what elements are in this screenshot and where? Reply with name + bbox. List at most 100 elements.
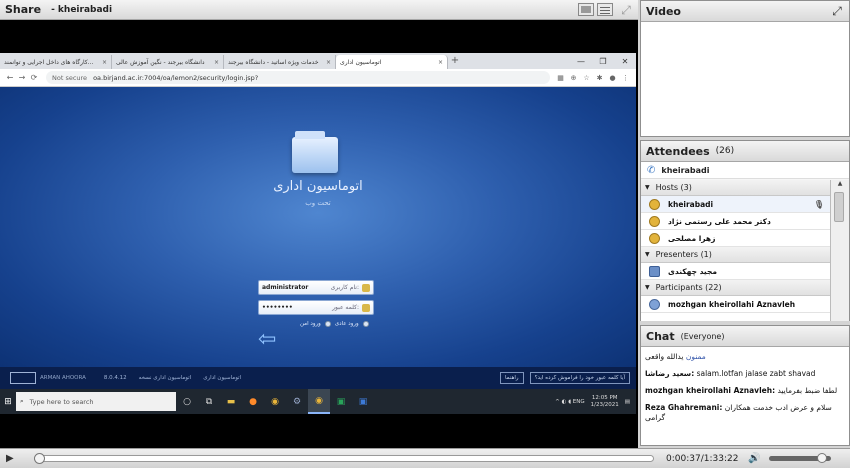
forgot-password-button[interactable]: آیا کلمه عبور خود را فراموش کرده اید؟	[529, 372, 630, 384]
share-pod-header: Share - kheirabadi ⤢	[0, 0, 638, 20]
folder-logo-icon	[292, 131, 338, 173]
list-item[interactable]: kheirabadi 🎙	[641, 196, 830, 213]
group-hosts[interactable]: ▼ Hosts (3)	[641, 180, 830, 196]
chat-audience: (Everyone)	[680, 331, 725, 341]
scroll-up-icon[interactable]: ▲	[831, 180, 849, 189]
reload-icon[interactable]: ⟳	[28, 73, 40, 82]
browser-addressbar: ← → ⟳ Not secure oa.birjand.ac.ir:7004/o…	[0, 69, 636, 87]
attendees-pod: Attendees (26) ✆ kheirabadi ▼ Hosts (3) k…	[640, 140, 850, 321]
shared-screen: کارگاه های داخل اجرایی و توانمند... × دان…	[0, 53, 636, 414]
secure-login-radio[interactable]	[324, 321, 331, 327]
window-controls: — ❐ ✕	[570, 53, 636, 69]
browser-tabbar: کارگاه های داخل اجرایی و توانمند... × دان…	[0, 53, 636, 69]
chat-message: ممنون یدالله واقعی	[645, 352, 706, 361]
volume-slider[interactable]	[768, 453, 831, 463]
not-secure-label: Not secure	[52, 73, 88, 82]
password-label: کلمه عبور:	[332, 304, 359, 311]
tray-network-icon[interactable]: ◐	[562, 399, 567, 405]
help-button[interactable]: راهنما	[499, 372, 524, 384]
collapse-triangle-icon[interactable]: ▼	[645, 184, 650, 191]
chat-pod: Chat (Everyone) ممنون یدالله واقعی سعید …	[640, 325, 850, 446]
scroll-thumb[interactable]	[834, 192, 844, 222]
fit-to-window-button[interactable]	[578, 3, 594, 16]
list-item[interactable]: mozhgan kheirollahi Aznavleh	[641, 296, 830, 313]
play-icon[interactable]: ▶	[6, 453, 16, 465]
minimize-icon[interactable]: —	[570, 57, 592, 66]
menu-icon[interactable]: ⋮	[619, 74, 632, 82]
seek-bar[interactable]	[34, 453, 654, 464]
connect-recording-player: Share - kheirabadi ⤢ کارگاه های داخل اجر…	[0, 0, 850, 468]
fullscreen-icon[interactable]: ⤢	[619, 3, 633, 17]
video-title: Video	[646, 4, 681, 18]
zoom-icon[interactable]: ⊕	[567, 74, 580, 82]
star-icon[interactable]: ☆	[580, 74, 593, 82]
notification-icon[interactable]: ▤	[625, 399, 630, 405]
window-close-icon[interactable]: ✕	[614, 57, 636, 66]
forward-icon[interactable]: →	[16, 73, 28, 82]
attendees-count: (26)	[715, 146, 735, 156]
file-explorer-icon[interactable]: ▬	[220, 389, 242, 414]
attendee-scrollbar[interactable]: ▲	[831, 180, 849, 321]
maximize-icon[interactable]: ❐	[592, 57, 614, 66]
browser-tab-4[interactable]: اتوماسیون اداری ×	[336, 55, 448, 69]
volume-handle[interactable]	[816, 453, 827, 463]
close-icon[interactable]: ×	[438, 59, 443, 66]
group-participants[interactable]: ▼ Participants (22)	[641, 280, 830, 296]
task-view-icon[interactable]: ⧉	[198, 389, 220, 414]
profile-icon[interactable]: ●	[606, 74, 619, 82]
url-field[interactable]: Not secure oa.birjand.ac.ir:7004/oa/lemo…	[46, 71, 550, 84]
chrome-active-icon[interactable]: ◉	[308, 389, 330, 414]
user-icon	[362, 283, 370, 292]
close-icon[interactable]: ×	[326, 59, 331, 66]
list-item[interactable]: دکتر محمد علی رستمی نژاد	[641, 213, 830, 230]
close-icon[interactable]: ×	[102, 59, 107, 66]
browser-tools: ▦ ⊕ ☆ ✱ ● ⋮	[554, 74, 632, 82]
tray-language[interactable]: ENG	[573, 399, 585, 405]
browser-tab-3[interactable]: خدمات ویژه اساتید - دانشگاه بیرجند ×	[224, 55, 336, 69]
login-page: اتوماسیون اداری تحت وب administrator نام…	[0, 87, 636, 367]
close-icon[interactable]: ×	[214, 59, 219, 66]
video-fullscreen-icon[interactable]: ⤢	[830, 4, 844, 18]
tray-chevron-icon[interactable]: ^	[555, 399, 560, 405]
login-arrow-icon[interactable]: ⇦	[258, 329, 280, 351]
extensions-icon[interactable]: ✱	[593, 74, 606, 82]
username-field[interactable]: administrator نام کاربری:	[258, 280, 374, 295]
chat-title: Chat	[646, 329, 675, 343]
seek-handle[interactable]	[34, 453, 46, 464]
list-item[interactable]: مجید چهکندی	[641, 263, 830, 280]
group-presenters[interactable]: ▼ Presenters (1)	[641, 247, 830, 263]
chat-message: mozhgan kheirollahi Aznavleh: لطفا ضبط ب…	[645, 386, 838, 395]
username-label: نام کاربری:	[330, 284, 359, 291]
cortana-icon[interactable]: ○	[176, 389, 198, 414]
volume-icon[interactable]: 🔊	[748, 453, 760, 464]
password-field[interactable]: •••••••• کلمه عبور:	[258, 300, 374, 315]
normal-login-radio[interactable]	[362, 321, 369, 327]
back-icon[interactable]: ←	[4, 73, 16, 82]
chat-pod-header: Chat (Everyone)	[641, 326, 849, 347]
translate-icon[interactable]: ▦	[554, 74, 567, 82]
video-pod-header: Video ⤢	[641, 1, 849, 22]
chrome-icon[interactable]: ◉	[264, 389, 286, 414]
windows-start-icon[interactable]: ⊞	[0, 397, 16, 407]
taskbar-search-input[interactable]: ⌕ Type here to search	[16, 392, 176, 411]
excel-icon[interactable]: ▣	[330, 389, 352, 414]
browser-tab-1[interactable]: کارگاه های داخل اجرایی و توانمند... ×	[0, 55, 112, 69]
word-icon[interactable]: ▣	[352, 389, 374, 414]
view-options-button[interactable]	[597, 3, 613, 16]
collapse-triangle-icon[interactable]: ▼	[645, 251, 650, 258]
chat-message: سعید رضاشا: salam.lotfan jalase zabt sha…	[645, 369, 816, 378]
new-tab-button[interactable]: +	[448, 55, 462, 69]
tray-clock[interactable]: 12:05 PM 1/23/2021	[591, 395, 619, 409]
my-status-row[interactable]: ✆ kheirabadi	[641, 162, 849, 179]
collapse-triangle-icon[interactable]: ▼	[645, 284, 650, 291]
list-item[interactable]: زهرا مصلحی	[641, 230, 830, 247]
host-avatar-icon	[649, 198, 660, 210]
system-tray: ^ ◐ ◖ ENG 12:05 PM 1/23/2021 ▤	[555, 395, 636, 409]
browser-tab-2[interactable]: دانشگاه بیرجند - نگین آموزش عالی ×	[112, 55, 224, 69]
app-subtitle: تحت وب	[305, 199, 331, 207]
password-value: ••••••••	[262, 304, 293, 311]
firefox-icon[interactable]: ●	[242, 389, 264, 414]
phone-icon: ✆	[647, 164, 656, 176]
tray-volume-icon[interactable]: ◖	[568, 399, 571, 405]
network-app-icon[interactable]: ⚙	[286, 389, 308, 414]
